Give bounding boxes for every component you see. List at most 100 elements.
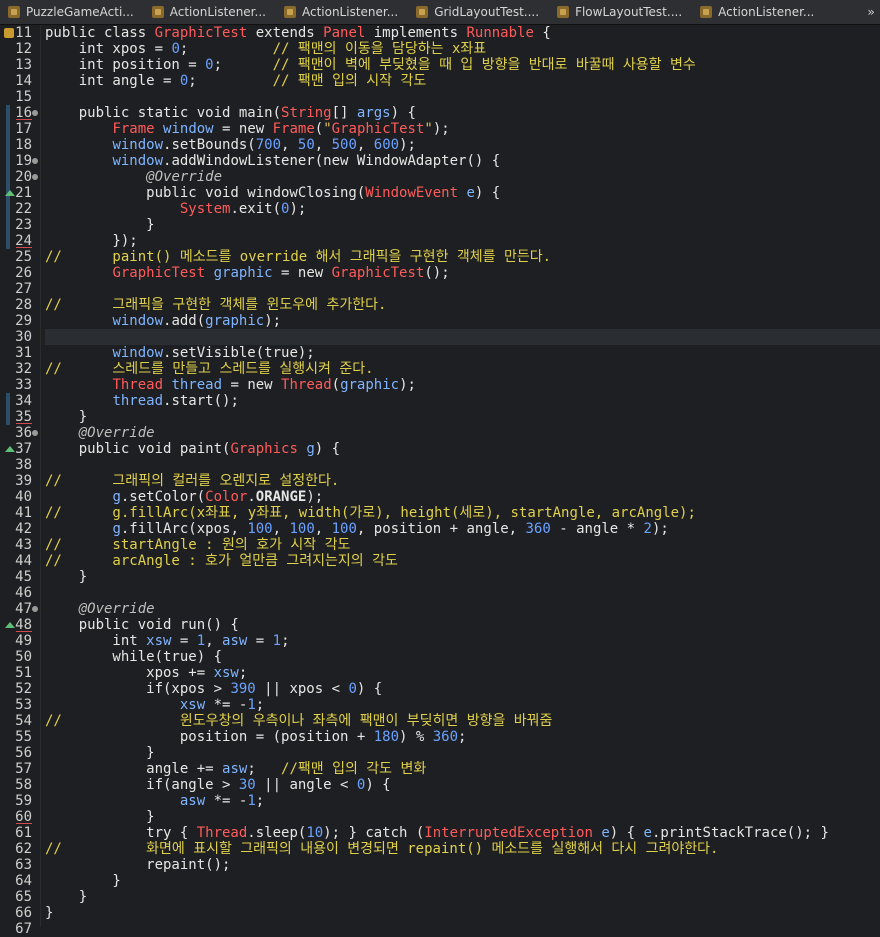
code-line[interactable]: [45, 329, 880, 345]
code-line[interactable]: }: [45, 745, 880, 761]
code-line[interactable]: public void run() {: [45, 617, 880, 633]
code-line[interactable]: @Override: [45, 425, 880, 441]
change-marker: [6, 153, 10, 169]
fold-toggle-icon[interactable]: [32, 606, 38, 612]
code-line[interactable]: });: [45, 233, 880, 249]
code-editor[interactable]: 11 12 13 14 15 16 17 18 19 20 21 22 23 24 25 26 27 28 29 30…: [0, 25, 880, 937]
line-number: 45: [15, 569, 32, 585]
code-line[interactable]: public static void main(String[] args) {: [45, 105, 880, 121]
code-line[interactable]: }: [45, 889, 880, 905]
code-line[interactable]: xsw *= -1;: [45, 697, 880, 713]
code-line[interactable]: }: [45, 409, 880, 425]
code-line[interactable]: }: [45, 569, 880, 585]
change-marker: [6, 201, 10, 217]
tab-4[interactable]: FlowLayoutTest....: [549, 0, 692, 24]
line-number: 39: [15, 473, 32, 489]
tab-2[interactable]: ActionListener...: [276, 0, 408, 24]
code-line[interactable]: }: [45, 809, 880, 825]
code-line[interactable]: asw *= -1;: [45, 793, 880, 809]
fold-toggle-icon[interactable]: [32, 174, 38, 180]
code-line[interactable]: // 그래픽의 컬러를 오렌지로 설정한다.: [45, 473, 880, 489]
code-line[interactable]: int position = 0; // 팩맨이 벽에 부딪혔을 때 입 방향을…: [45, 57, 880, 73]
code-line[interactable]: // g.fillArc(x좌표, y좌표, width(가로), height…: [45, 505, 880, 521]
code-line[interactable]: window.addWindowListener(new WindowAdapt…: [45, 153, 880, 169]
code-line[interactable]: g.fillArc(xpos, 100, 100, 100, position …: [45, 521, 880, 537]
line-number: 49: [15, 633, 32, 649]
tab-0[interactable]: PuzzleGameActi...: [0, 0, 144, 24]
code-line[interactable]: window.setVisible(true);: [45, 345, 880, 361]
line-number: 65: [15, 889, 32, 905]
line-number: 29: [15, 313, 32, 329]
line-number: 26: [15, 265, 32, 281]
tab-label: ActionListener...: [169, 5, 266, 19]
line-number: 58: [15, 777, 32, 793]
java-file-icon: [151, 6, 164, 18]
line-number: 67: [15, 921, 32, 937]
code-line[interactable]: // paint() 메소드를 override 해서 그래픽을 구현한 객체를…: [45, 249, 880, 265]
code-line[interactable]: angle += asw; //팩맨 입의 각도 변화: [45, 761, 880, 777]
code-line[interactable]: if(angle > 30 || angle < 0) {: [45, 777, 880, 793]
code-line[interactable]: }: [45, 905, 880, 921]
code-line[interactable]: try { Thread.sleep(10); } catch (Interru…: [45, 825, 880, 841]
code-line[interactable]: [45, 89, 880, 105]
tab-overflow-button[interactable]: »: [862, 3, 880, 21]
code-line[interactable]: [45, 457, 880, 473]
change-marker: [6, 137, 10, 153]
code-line[interactable]: [45, 921, 880, 937]
line-number: 14: [15, 73, 32, 89]
tab-label: ActionListener...: [301, 5, 399, 19]
code-line[interactable]: Frame window = new Frame("GraphicTest");: [45, 121, 880, 137]
tab-1[interactable]: ActionListener...: [144, 0, 276, 24]
code-line[interactable]: @Override: [45, 601, 880, 617]
code-line[interactable]: // startAngle : 원의 호가 시작 각도: [45, 537, 880, 553]
code-line[interactable]: [45, 585, 880, 601]
code-line[interactable]: int angle = 0; // 팩맨 입의 시작 각도: [45, 73, 880, 89]
tab-3[interactable]: GridLayoutTest....: [408, 0, 549, 24]
code-line[interactable]: xpos += xsw;: [45, 665, 880, 681]
fold-toggle-icon[interactable]: [32, 158, 38, 164]
editor-tab-bar: PuzzleGameActi... ActionListener... Acti…: [0, 0, 880, 25]
java-file-icon: [8, 6, 20, 18]
code-line[interactable]: thread.start();: [45, 393, 880, 409]
line-number: 40: [15, 489, 32, 505]
code-line[interactable]: // 화면에 표시할 그래픽의 내용이 변경되면 repaint() 메소드를 …: [45, 841, 880, 857]
code-line[interactable]: // 스레드를 만들고 스레드를 실행시켜 준다.: [45, 361, 880, 377]
code-line[interactable]: if(xpos > 390 || xpos < 0) {: [45, 681, 880, 697]
code-line[interactable]: }: [45, 217, 880, 233]
tab-5[interactable]: ActionListener...: [692, 0, 824, 24]
code-line[interactable]: public void paint(Graphics g) {: [45, 441, 880, 457]
code-line[interactable]: // 그래픽을 구현한 객체를 윈도우에 추가한다.: [45, 297, 880, 313]
override-marker-icon: [5, 190, 15, 196]
change-marker: [6, 409, 10, 425]
code-line[interactable]: public class GraphicTest extends Panel i…: [45, 25, 880, 41]
line-number: 41: [15, 505, 32, 521]
line-number: 32: [15, 361, 32, 377]
line-number: 28: [15, 297, 32, 313]
code-area[interactable]: public class GraphicTest extends Panel i…: [45, 25, 880, 927]
code-line[interactable]: position = (position + 180) % 360;: [45, 729, 880, 745]
code-line[interactable]: window.setBounds(700, 50, 500, 600);: [45, 137, 880, 153]
code-line[interactable]: @Override: [45, 169, 880, 185]
line-number: 30: [15, 329, 32, 345]
code-line[interactable]: int xsw = 1, asw = 1;: [45, 633, 880, 649]
code-line[interactable]: // 윈도우창의 우측이나 좌측에 팩맨이 부딪히면 방향을 바꿔줌: [45, 713, 880, 729]
line-number: 15: [15, 89, 32, 105]
line-number: 66: [15, 905, 32, 921]
code-line[interactable]: window.add(graphic);: [45, 313, 880, 329]
line-number: 33: [15, 377, 32, 393]
code-line[interactable]: public void windowClosing(WindowEvent e)…: [45, 185, 880, 201]
fold-toggle-icon[interactable]: [32, 110, 38, 116]
code-line[interactable]: repaint();: [45, 857, 880, 873]
java-file-icon: [557, 6, 570, 18]
code-line[interactable]: int xpos = 0; // 팩맨의 이동을 담당하는 x좌표: [45, 41, 880, 57]
code-line[interactable]: // arcAngle : 호가 얼만큼 그려지는지의 각도: [45, 553, 880, 569]
code-line[interactable]: g.setColor(Color.ORANGE);: [45, 489, 880, 505]
line-number: 38: [15, 457, 32, 473]
code-line[interactable]: [45, 281, 880, 297]
code-line[interactable]: }: [45, 873, 880, 889]
code-line[interactable]: while(true) {: [45, 649, 880, 665]
code-line[interactable]: Thread thread = new Thread(graphic);: [45, 377, 880, 393]
code-line[interactable]: System.exit(0);: [45, 201, 880, 217]
code-line[interactable]: GraphicTest graphic = new GraphicTest();: [45, 265, 880, 281]
fold-toggle-icon[interactable]: [32, 430, 38, 436]
